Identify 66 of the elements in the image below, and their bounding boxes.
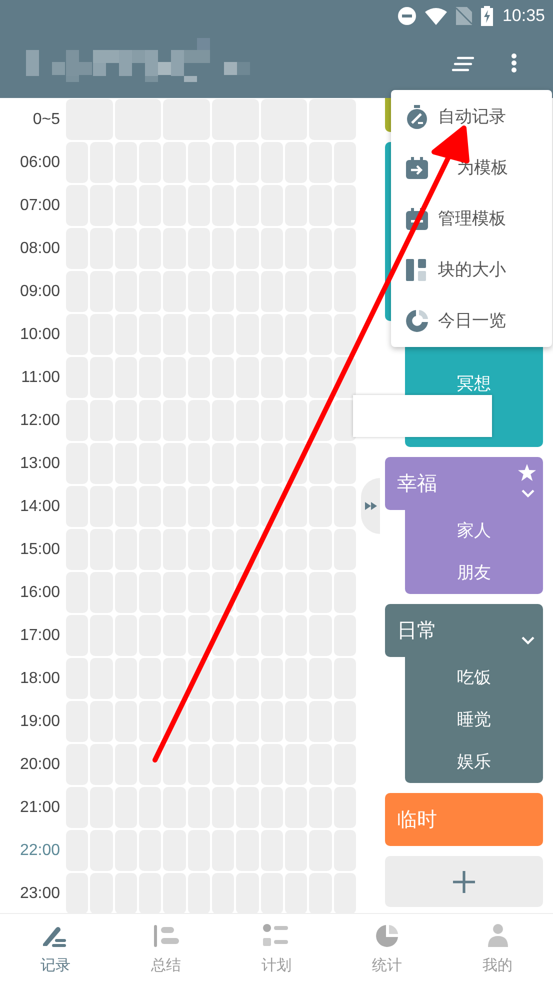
menu-item[interactable]: 今日一览 (391, 295, 552, 346)
activity-item[interactable]: 冥想 (457, 375, 491, 393)
no-sim-icon (456, 7, 472, 25)
hour-label: 21:00 (18, 798, 61, 818)
hour-label: 19:00 (18, 712, 61, 732)
plus-icon (453, 870, 475, 892)
nav-tab[interactable]: 记录 (0, 914, 111, 983)
hour-label: 22:00 (18, 841, 61, 861)
person-icon (486, 924, 510, 948)
category-name: 日常 (396, 619, 437, 644)
hour-label: 0~5 (32, 110, 61, 130)
nav-tab[interactable]: 我的 (442, 914, 553, 983)
hour-label: 13:00 (18, 454, 61, 474)
activity-item[interactable]: 家人 (457, 522, 491, 540)
menu-item[interactable]: 自动记录 (391, 91, 552, 142)
time-block[interactable] (260, 529, 283, 570)
wifi-icon (425, 8, 448, 24)
expand-handle[interactable] (361, 478, 380, 534)
time-block[interactable] (334, 314, 356, 355)
pie-chart-icon (406, 310, 428, 332)
status-time: 10:35 (502, 6, 545, 26)
category-header[interactable]: 日常 (385, 604, 543, 657)
nav-tab[interactable]: 计划 (221, 914, 332, 983)
hour-label: 12:00 (18, 411, 61, 431)
activity-item[interactable]: 睡觉 (457, 711, 491, 729)
chevron-down-icon[interactable] (521, 489, 535, 498)
pie-chart-icon (375, 924, 400, 948)
category-header[interactable]: 幸福 (385, 457, 543, 510)
do-not-disturb-icon (398, 7, 416, 25)
hour-label: 14:00 (18, 497, 61, 517)
time-block[interactable] (284, 486, 308, 527)
hour-label: 08:00 (18, 239, 61, 259)
category-name: 临时 (396, 808, 437, 833)
list-icon (152, 924, 179, 948)
hour-label: 06:00 (18, 153, 61, 173)
time-block[interactable] (212, 572, 234, 613)
hour-label: 16:00 (18, 583, 61, 603)
checklist-icon (263, 924, 290, 948)
double-arrow-icon (364, 502, 376, 510)
hour-label: 17:00 (18, 626, 61, 646)
blocks-icon (406, 258, 428, 280)
nav-tab[interactable]: 统计 (332, 914, 442, 983)
hour-label: 23:00 (18, 884, 61, 904)
category-name: 幸福 (396, 472, 437, 497)
hour-label: 07:00 (18, 196, 61, 216)
time-block[interactable] (138, 744, 162, 785)
nav-tab[interactable]: 总结 (110, 914, 222, 983)
hour-label: 20:00 (18, 755, 61, 775)
sort-lines-icon[interactable] (452, 56, 474, 72)
add-category-button[interactable] (385, 856, 543, 907)
category-header[interactable]: 临时 (385, 793, 543, 846)
star-icon[interactable] (518, 464, 536, 481)
battery-charging-icon (481, 6, 494, 26)
activity-item[interactable]: 娱乐 (457, 753, 491, 771)
hour-label: 18:00 (18, 669, 61, 689)
hour-label: 11:00 (20, 368, 61, 388)
stopwatch-icon (406, 104, 428, 128)
chevron-down-icon[interactable] (521, 636, 535, 645)
time-block[interactable] (188, 615, 210, 656)
hour-label: 09:00 (18, 282, 61, 302)
hour-label: 15:00 (18, 540, 61, 560)
activity-item[interactable]: 朋友 (457, 564, 491, 582)
menu-item[interactable]: 块的大小 (391, 244, 552, 295)
hour-label: 10:00 (18, 325, 61, 345)
more-options-icon[interactable] (511, 53, 517, 73)
activity-item[interactable]: 吃饭 (457, 669, 491, 687)
